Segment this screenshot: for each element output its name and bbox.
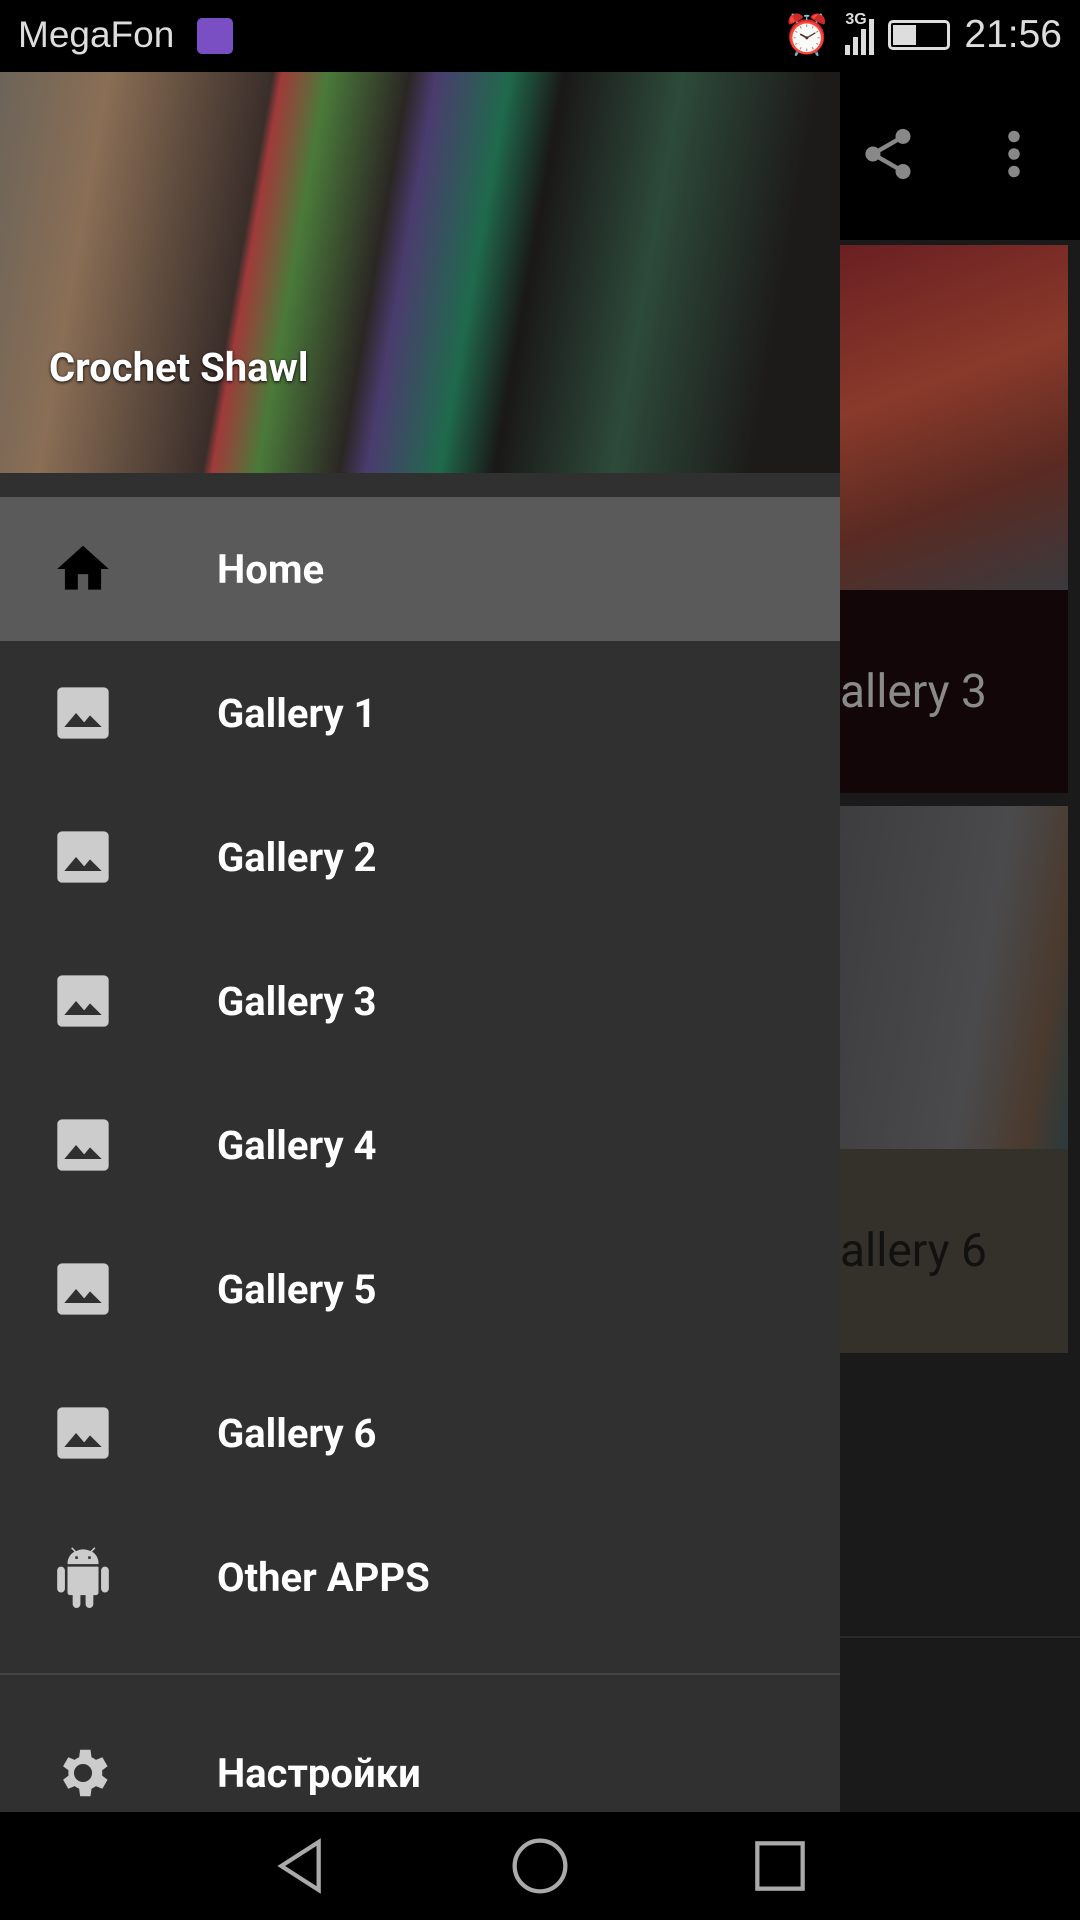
image-icon (52, 1114, 114, 1176)
card-image (840, 245, 1068, 590)
signal-icon: 3G (845, 11, 875, 55)
drawer-item-label: Gallery 4 (217, 1121, 377, 1169)
card-label: allery 3 (840, 664, 987, 719)
home-nav-icon[interactable] (508, 1834, 572, 1898)
system-nav-bar (0, 1812, 1080, 1920)
drawer-item-gallery-6[interactable]: Gallery 6 (0, 1361, 840, 1505)
gallery-notification-icon (197, 18, 233, 54)
drawer-item-gallery-5[interactable]: Gallery 5 (0, 1217, 840, 1361)
battery-icon (888, 20, 951, 50)
gear-icon (52, 1742, 114, 1804)
drawer-item-label: Настройки (217, 1749, 421, 1797)
drawer-item-gallery-1[interactable]: Gallery 1 (0, 641, 840, 785)
drawer-item-label: Gallery 5 (217, 1265, 377, 1313)
image-icon (52, 1402, 114, 1464)
card-label: allery 6 (840, 1224, 987, 1278)
drawer-item-label: Gallery 2 (217, 833, 377, 881)
image-icon (52, 1258, 114, 1320)
drawer-item-gallery-3[interactable]: Gallery 3 (0, 929, 840, 1073)
drawer-item-label: Home (217, 545, 325, 593)
clock: 21:56 (964, 13, 1062, 56)
drawer-item-label: Gallery 6 (217, 1409, 377, 1457)
drawer-item-gallery-2[interactable]: Gallery 2 (0, 785, 840, 929)
home-icon (52, 538, 114, 600)
drawer-divider (0, 1673, 840, 1675)
share-icon[interactable] (858, 124, 918, 184)
status-bar: MegaFon ⏰ 3G 21:56 (0, 0, 1080, 72)
network-type: 3G (845, 11, 867, 28)
image-icon (52, 826, 114, 888)
drawer-item-label: Other APPS (217, 1553, 430, 1601)
gallery-card[interactable]: allery 3 (840, 245, 1068, 793)
drawer-item-gallery-4[interactable]: Gallery 4 (0, 1073, 840, 1217)
drawer-header-title: Crochet Shawl (49, 344, 309, 391)
drawer-header-image: Crochet Shawl (0, 72, 840, 473)
drawer-item-other-apps[interactable]: Other APPS (0, 1505, 840, 1649)
android-icon (52, 1546, 114, 1608)
carrier-name: MegaFon (18, 14, 175, 55)
gallery-card[interactable]: allery 6 (840, 806, 1068, 1353)
card-image (840, 806, 1068, 1149)
drawer-item-home[interactable]: Home (0, 497, 840, 641)
content-divider (840, 1636, 1080, 1638)
drawer-item-label: Gallery 3 (217, 977, 377, 1025)
alarm-icon: ⏰ (782, 14, 832, 57)
recents-icon[interactable] (748, 1834, 812, 1898)
image-icon (52, 682, 114, 744)
navigation-drawer: Crochet Shawl Home Gallery 1 Gallery 2 G… (0, 72, 840, 1812)
back-icon[interactable] (268, 1834, 332, 1898)
card-caption: allery 3 (840, 590, 1068, 793)
card-caption: allery 6 (840, 1149, 1068, 1353)
image-icon (52, 970, 114, 1032)
more-vert-icon[interactable] (990, 124, 1038, 184)
drawer-item-label: Gallery 1 (217, 689, 377, 737)
